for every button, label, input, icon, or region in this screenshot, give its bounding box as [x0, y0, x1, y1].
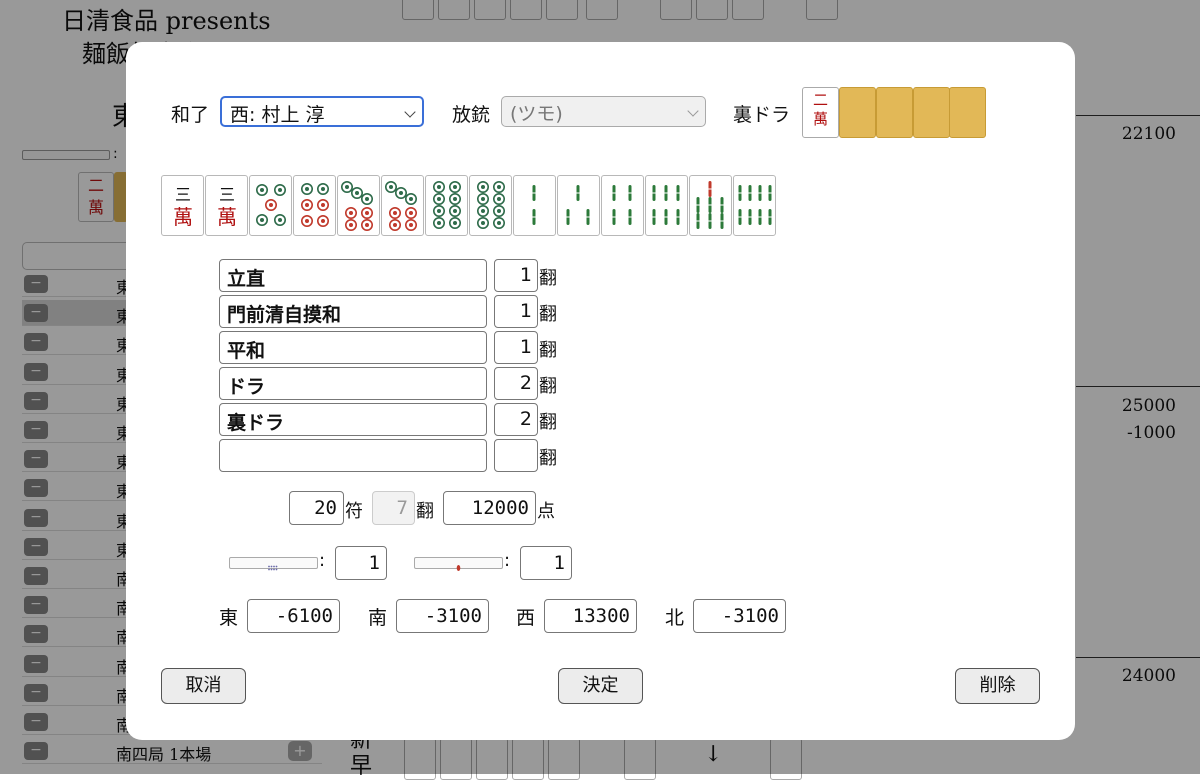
honba-input[interactable]: 1 — [335, 546, 387, 580]
sou-tile-face-icon — [695, 180, 724, 229]
riichi-colon: : — [504, 550, 511, 571]
chevron-down-icon — [687, 105, 699, 117]
yaku-name-input[interactable]: 裏ドラ — [219, 403, 487, 436]
yaku-name-input[interactable]: ドラ — [219, 367, 487, 400]
sou-tile-face-icon — [611, 184, 632, 225]
sou-tile-face-icon — [651, 184, 680, 225]
tile-3-sou[interactable] — [557, 175, 600, 236]
riichi-sticks-input[interactable]: 1 — [520, 546, 572, 580]
tile-6-sou[interactable] — [645, 175, 688, 236]
yaku-name-input[interactable]: 立直 — [219, 259, 487, 292]
riichi-stick-icon — [414, 557, 503, 571]
total-han-field: 7 — [372, 491, 415, 525]
svg-text:三: 三 — [174, 185, 190, 204]
han-unit: 翻 — [539, 448, 557, 469]
yaku-han-input[interactable]: 1 — [494, 331, 538, 364]
ura-dora-tile[interactable]: 二萬 — [802, 87, 839, 138]
sou-tile-face-icon — [531, 184, 536, 225]
tile-3-man[interactable]: 三萬 — [161, 175, 204, 236]
seat-delta-input[interactable]: -3100 — [396, 599, 489, 633]
seat-wind-label: 西 — [516, 607, 536, 629]
yaku-name-input[interactable]: 門前清自摸和 — [219, 295, 487, 328]
tile-8-pin[interactable] — [425, 175, 468, 236]
yaku-name-input[interactable] — [219, 439, 487, 472]
han-unit: 翻 — [539, 340, 557, 361]
seat-wind-label: 南 — [368, 607, 388, 629]
tile-7-pin[interactable] — [337, 175, 380, 236]
yaku-han-input[interactable]: 2 — [494, 403, 538, 436]
delete-button[interactable]: 削除 — [955, 668, 1040, 704]
han-unit: 翻 — [539, 268, 557, 289]
win-entry-dialog: 和了 西: 村上 淳 放銃 (ツモ) 裏ドラ 二萬 三萬三萬 立直 1 翻門前清自摸… — [126, 42, 1075, 740]
honba-dots — [268, 565, 278, 571]
pin-tile-face-icon — [340, 180, 373, 231]
ura-dora-slot[interactable] — [839, 87, 876, 138]
ura-dora-slot[interactable] — [876, 87, 913, 138]
tile-8-pin[interactable] — [469, 175, 512, 236]
tile-5-pin[interactable] — [249, 175, 292, 236]
yaku-han-input[interactable] — [494, 439, 538, 472]
yaku-name-input[interactable]: 平和 — [219, 331, 487, 364]
deal-in-select-value: (ツモ) — [510, 103, 563, 125]
tile-6-pin[interactable] — [293, 175, 336, 236]
honba-colon: : — [319, 550, 326, 571]
pin-tile-face-icon — [476, 180, 505, 229]
riichi-dot — [456, 565, 461, 571]
seat-wind-label: 北 — [665, 607, 685, 629]
yaku-han-input[interactable]: 1 — [494, 259, 538, 292]
points-unit: 点 — [537, 501, 555, 522]
tile-2-sou[interactable] — [513, 175, 556, 236]
fu-input[interactable]: 20 — [289, 491, 344, 525]
svg-text:萬: 萬 — [173, 205, 193, 229]
tile-4-sou[interactable] — [601, 175, 644, 236]
ura-dora-slot[interactable] — [913, 87, 950, 138]
yaku-han-input[interactable]: 2 — [494, 367, 538, 400]
pin-tile-face-icon — [300, 182, 329, 227]
pin-tile-face-icon — [255, 183, 286, 226]
svg-text:萬: 萬 — [217, 205, 237, 229]
winner-select-value: 西: 村上 淳 — [230, 104, 325, 126]
honba-stick-icon — [229, 557, 318, 571]
tile-3-man[interactable]: 三萬 — [205, 175, 248, 236]
tile-8-sou[interactable] — [733, 175, 776, 236]
winner-select[interactable]: 西: 村上 淳 — [220, 96, 424, 127]
points-input[interactable]: 12000 — [443, 491, 536, 525]
yaku-han-input[interactable]: 1 — [494, 295, 538, 328]
tile-7-pin[interactable] — [381, 175, 424, 236]
pin-tile-face-icon — [384, 180, 417, 231]
seat-delta-input[interactable]: -3100 — [693, 599, 786, 633]
cancel-button[interactable]: 取消 — [161, 668, 246, 704]
ura-dora-slot[interactable] — [949, 87, 986, 138]
fu-unit: 符 — [345, 501, 363, 522]
han-unit: 翻 — [416, 501, 434, 522]
seat-delta-input[interactable]: -6100 — [247, 599, 340, 633]
deal-in-label: 放銃 — [452, 104, 491, 126]
han-unit: 翻 — [539, 376, 557, 397]
man-tile-face-icon: 三萬 — [217, 185, 237, 229]
seat-wind-label: 東 — [219, 607, 239, 629]
man-tile-face-icon: 三萬 — [173, 185, 193, 229]
sou-tile-face-icon — [737, 184, 772, 225]
tile-7-sou[interactable] — [689, 175, 732, 236]
chevron-down-icon — [404, 106, 416, 118]
pin-tile-face-icon — [432, 180, 461, 229]
sou-tile-face-icon — [565, 184, 590, 225]
win-label: 和了 — [171, 104, 210, 126]
han-unit: 翻 — [539, 304, 557, 325]
deal-in-select[interactable]: (ツモ) — [501, 96, 706, 127]
ura-dora-label: 裏ドラ — [733, 104, 791, 126]
han-unit: 翻 — [539, 412, 557, 433]
seat-delta-input[interactable]: 13300 — [544, 599, 637, 633]
svg-text:三: 三 — [218, 185, 234, 204]
ok-button[interactable]: 決定 — [558, 668, 643, 704]
